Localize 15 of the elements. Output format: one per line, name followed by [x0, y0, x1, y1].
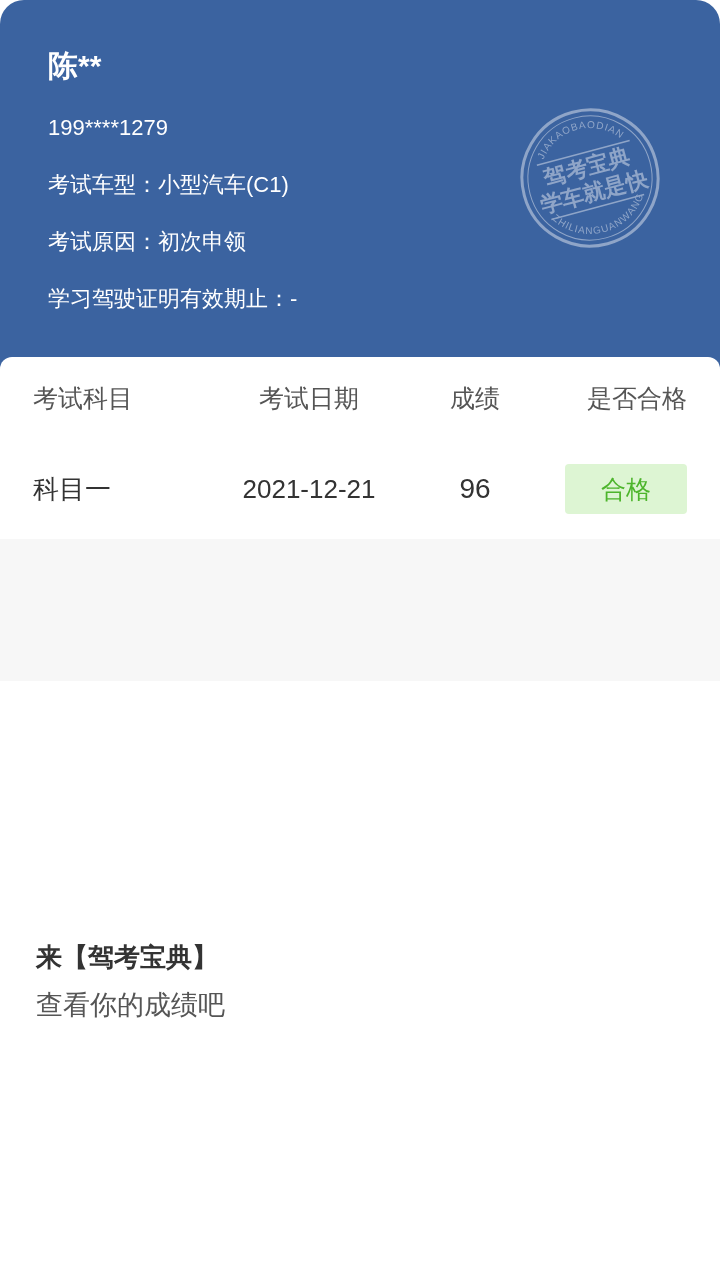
score-cell: 96 [459, 473, 491, 505]
date-cell: 2021-12-21 [242, 473, 376, 505]
promo-title: 来【驾考宝典】 [36, 941, 219, 974]
subject-cell-text: 科目一 [33, 472, 112, 506]
column-header: 是否合格 [587, 382, 687, 414]
phone-number: 199****1279 [48, 114, 169, 142]
column-header: 考试科目 [33, 382, 134, 414]
column-header: 成绩 [450, 382, 500, 414]
promo-subtitle: 查看你的成绩吧 [36, 989, 226, 1022]
profile-detail: 考试车型：小型汽车(C1) [48, 171, 290, 199]
result-badge: 合格 [565, 464, 687, 514]
column-header: 考试日期 [259, 382, 359, 414]
profile-detail: 学习驾驶证明有效期止：- [48, 285, 299, 313]
user-name: 陈** [48, 48, 103, 84]
profile-detail: 考试原因：初次申领 [48, 228, 247, 256]
